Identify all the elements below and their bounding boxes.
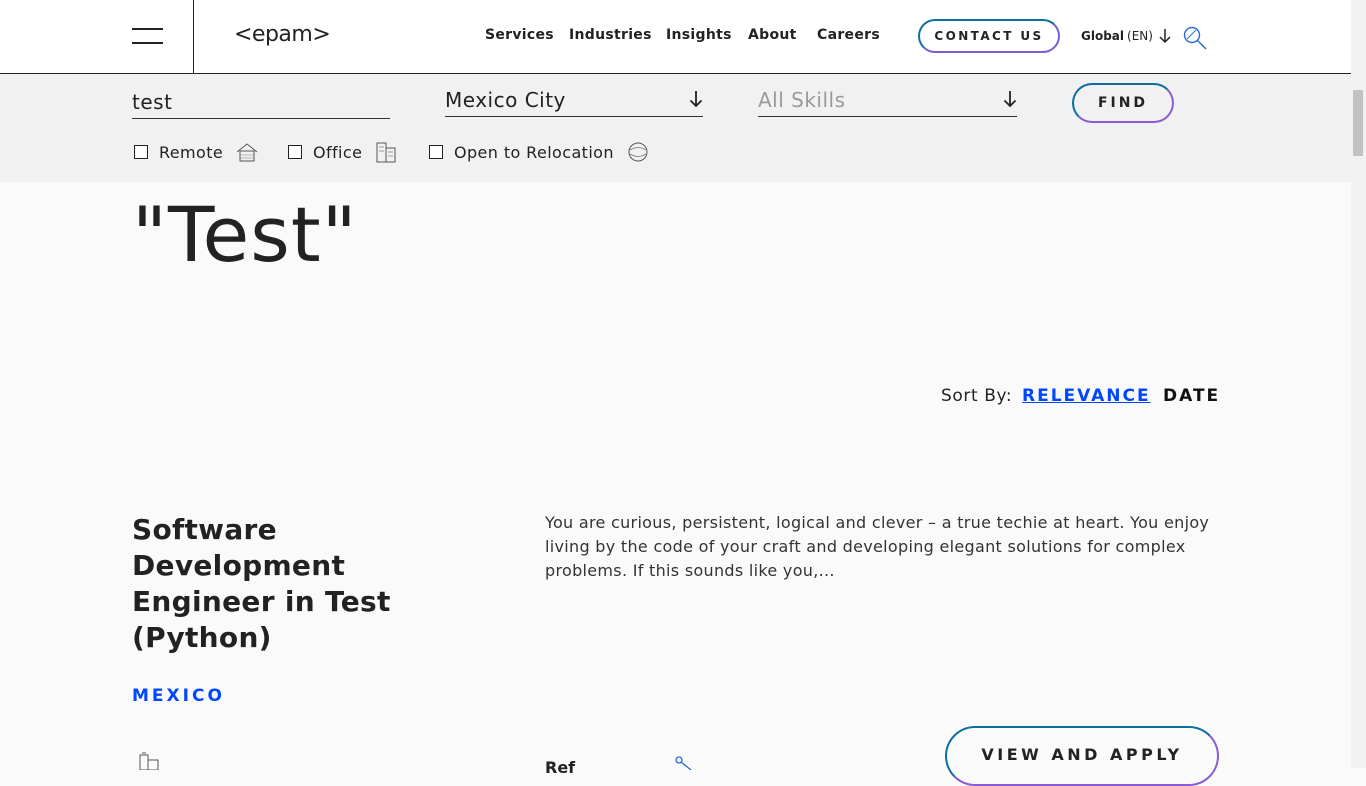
menu-icon[interactable] <box>132 28 163 46</box>
keyword-value: test <box>132 90 173 114</box>
view-and-apply-button[interactable]: VIEW AND APPLY <box>945 726 1219 786</box>
checkbox-box[interactable] <box>429 145 443 159</box>
sort-date-link[interactable]: DATE <box>1163 386 1220 406</box>
remote-checkbox[interactable]: Remote <box>134 141 258 163</box>
office-checkbox[interactable]: Office <box>288 141 397 163</box>
office-building-icon <box>376 142 396 163</box>
keyword-field[interactable]: test <box>132 78 390 119</box>
job-description: You are curious, persistent, logical and… <box>545 513 1210 580</box>
arrow-down-icon[interactable] <box>1158 28 1172 44</box>
house-icon <box>236 143 258 162</box>
skills-placeholder: All Skills <box>758 88 846 112</box>
contact-us-button[interactable]: CONTACT US <box>918 19 1060 53</box>
relocation-label: Open to Relocation <box>454 142 614 162</box>
header-divider <box>193 0 194 73</box>
office-building-icon <box>139 752 159 770</box>
checkbox-box[interactable] <box>134 145 148 159</box>
sort-relevance-link[interactable]: RELEVANCE <box>1022 386 1151 406</box>
nav-industries[interactable]: Industries <box>569 27 652 43</box>
search-icon[interactable] <box>1183 26 1207 50</box>
results-heading: "Test" <box>132 190 358 279</box>
relocation-icon <box>628 142 648 162</box>
scrollbar-thumb[interactable] <box>1353 90 1363 156</box>
epam-logo[interactable]: <epam> <box>234 22 331 47</box>
sort-by-label: Sort By: <box>941 386 1013 406</box>
location-value: Mexico City <box>445 88 566 112</box>
global-label: Global <box>1081 29 1125 43</box>
job-title[interactable]: Software Development Engineer in Test (P… <box>132 512 432 656</box>
remote-label: Remote <box>159 142 224 162</box>
office-label: Office <box>313 142 363 162</box>
language-selector[interactable]: Global (EN) <box>1081 29 1153 43</box>
find-button[interactable]: FIND <box>1072 83 1174 123</box>
nav-insights[interactable]: Insights <box>666 27 732 43</box>
nav-about[interactable]: About <box>748 27 797 43</box>
relocation-checkbox[interactable]: Open to Relocation <box>429 141 649 163</box>
checkbox-box[interactable] <box>288 145 302 159</box>
nav-careers[interactable]: Careers <box>817 27 880 43</box>
arrow-down-icon <box>1003 91 1017 108</box>
arrow-down-icon <box>689 91 703 108</box>
language-code: (EN) <box>1127 29 1153 43</box>
nav-services[interactable]: Services <box>485 27 554 43</box>
job-location: MEXICO <box>132 686 225 706</box>
location-select[interactable]: Mexico City <box>445 76 703 117</box>
site-header: <epam> Services Industries Insights Abou… <box>0 0 1351 74</box>
skills-select[interactable]: All Skills <box>758 76 1017 117</box>
